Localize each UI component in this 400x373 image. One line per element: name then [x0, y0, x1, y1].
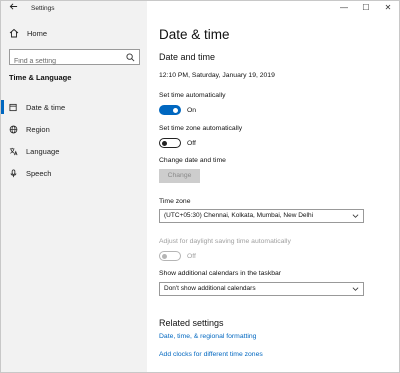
toggle-knob: [162, 140, 167, 146]
microphone-icon: [10, 168, 17, 177]
sidebar: Home Time & Language Date & time: [1, 1, 147, 372]
set-tz-auto-row: Off: [159, 138, 196, 148]
home-label: Home: [27, 28, 48, 38]
settings-window: Home Time & Language Date & time: [0, 0, 400, 373]
sidebar-item-label: Date & time: [26, 102, 66, 112]
set-tz-auto-label: Set time zone automatically: [159, 125, 243, 132]
language-icon: [9, 147, 18, 155]
sidebar-item-label: Language: [26, 146, 60, 156]
related-settings-title: Related settings: [159, 318, 224, 328]
main-content: Date & time Date and time 12:10 PM, Satu…: [147, 1, 399, 372]
dst-toggle[interactable]: [159, 251, 181, 261]
time-zone-label: Time zone: [159, 198, 191, 205]
page-title: Date & time: [159, 27, 230, 42]
chevron-down-icon: [352, 287, 359, 291]
arrow-left-icon: [9, 3, 17, 10]
nav-list: Date & time Region Language Speech: [1, 96, 147, 184]
calendars-value: Don't show additional calendars: [164, 285, 256, 292]
sidebar-item-label: Speech: [26, 168, 52, 178]
time-zone-value: (UTC+05:30) Chennai, Kolkata, Mumbai, Ne…: [164, 212, 314, 219]
toggle-knob: [173, 107, 178, 113]
set-time-auto-toggle[interactable]: [159, 105, 181, 115]
chevron-down-icon: [352, 214, 359, 218]
add-clocks-link[interactable]: Add clocks for different time zones: [159, 351, 263, 358]
set-time-auto-row: On: [159, 105, 196, 115]
set-tz-auto-state: Off: [187, 139, 196, 147]
toggle-knob: [162, 253, 167, 259]
change-date-time-label: Change date and time: [159, 157, 226, 164]
home-nav-item[interactable]: Home: [9, 28, 47, 38]
calendars-dropdown[interactable]: Don't show additional calendars: [159, 282, 364, 296]
time-zone-dropdown[interactable]: (UTC+05:30) Chennai, Kolkata, Mumbai, Ne…: [159, 209, 364, 223]
sidebar-item-label: Region: [26, 124, 50, 134]
search-box[interactable]: [9, 49, 140, 69]
sidebar-item-language[interactable]: Language: [1, 140, 147, 162]
globe-icon: [9, 125, 18, 133]
dst-row: Off: [159, 251, 196, 261]
section-subtitle: Date and time: [159, 52, 216, 62]
sidebar-item-date-time[interactable]: Date & time: [1, 96, 147, 118]
search-input[interactable]: [10, 54, 122, 69]
sidebar-item-speech[interactable]: Speech: [1, 162, 147, 184]
dst-label: Adjust for daylight saving time automati…: [159, 238, 291, 245]
search-icon[interactable]: [126, 53, 135, 62]
change-button[interactable]: Change: [159, 169, 200, 183]
section-heading: Time & Language: [9, 73, 72, 82]
current-datetime: 12:10 PM, Saturday, January 19, 2019: [159, 72, 275, 79]
calendars-label: Show additional calendars in the taskbar: [159, 270, 282, 277]
home-icon: [9, 28, 19, 38]
dst-state: Off: [187, 252, 196, 260]
set-time-auto-state: On: [187, 106, 197, 114]
sidebar-item-region[interactable]: Region: [1, 118, 147, 140]
set-tz-auto-toggle[interactable]: [159, 138, 181, 148]
regional-formatting-link[interactable]: Date, time, & regional formatting: [159, 333, 256, 340]
set-time-auto-label: Set time automatically: [159, 92, 226, 99]
app-title: Settings: [31, 5, 55, 12]
calendar-clock-icon: [9, 103, 17, 111]
back-button[interactable]: [6, 2, 20, 16]
